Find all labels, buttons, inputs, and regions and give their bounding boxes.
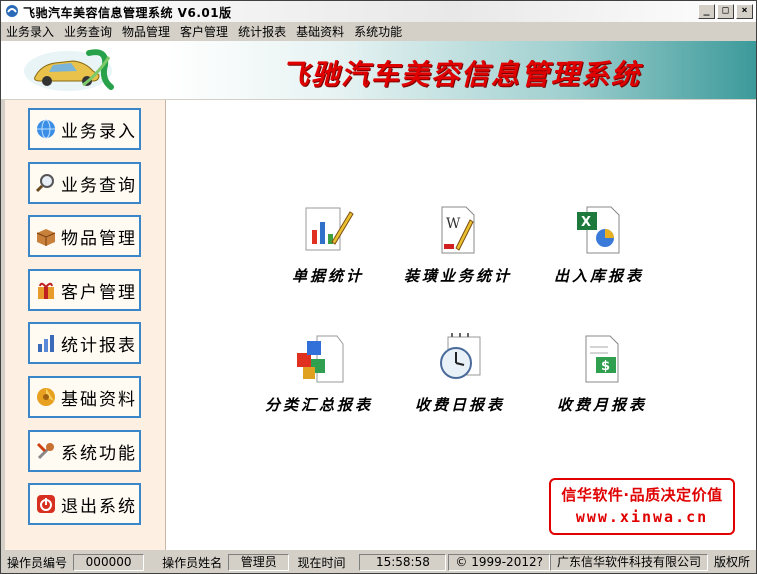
cubes-icon bbox=[297, 335, 344, 383]
operator-id-value: 000000 bbox=[73, 554, 145, 571]
bar-chart-icon bbox=[38, 335, 54, 352]
header-banner: 飞驰汽车美容信息管理系统 bbox=[1, 41, 756, 99]
nav-goods-management-button[interactable]: 物品管理 bbox=[28, 215, 141, 257]
sidebar: 业务录入 业务查询 物品管理 客户管理 统计报表 基础资料 系统功能 退出系统 bbox=[5, 100, 166, 550]
vendor-slogan: 信华软件·品质决定价值 bbox=[561, 486, 723, 504]
box-icon bbox=[36, 229, 56, 246]
operator-name-value: 管理员 bbox=[228, 554, 290, 571]
nav-basic-data-button[interactable]: 基础资料 bbox=[28, 376, 141, 418]
magnifier-icon bbox=[35, 174, 54, 193]
menu-item-business-entry[interactable]: 业务录入 bbox=[1, 23, 59, 40]
main-panel: 单据统计 W 装璜业务统计 X 出入库报表 分类汇总报表 收费日报表 $ 收费月… bbox=[166, 100, 756, 550]
tile-inventory-report[interactable]: X 出入库报表 bbox=[529, 204, 669, 286]
nav-label: 基础资料 bbox=[61, 389, 137, 410]
nav-exit-system-button[interactable]: 退出系统 bbox=[28, 483, 141, 525]
database-icon bbox=[37, 388, 55, 406]
gift-icon bbox=[38, 282, 54, 299]
tile-label: 分类汇总报表 bbox=[264, 396, 373, 414]
menu-item-system-functions[interactable]: 系统功能 bbox=[349, 23, 407, 40]
tools-icon bbox=[36, 442, 54, 460]
svg-text:W: W bbox=[446, 216, 461, 232]
current-time-value: 15:58:58 bbox=[359, 554, 447, 571]
operator-name-label: 操作员姓名 bbox=[162, 556, 223, 570]
clock-calendar-icon bbox=[440, 333, 481, 379]
money-document-icon: $ bbox=[585, 335, 619, 383]
menu-bar: 业务录入 业务查询 物品管理 客户管理 统计报表 基础资料 系统功能 bbox=[1, 22, 756, 41]
menu-item-customer-management[interactable]: 客户管理 bbox=[175, 23, 233, 40]
tile-daily-fee-report[interactable]: 收费日报表 bbox=[390, 333, 530, 415]
nav-label: 业务查询 bbox=[61, 175, 137, 196]
copyright-text: © 1999-2012? bbox=[448, 554, 550, 571]
status-bar: 操作员编号 000000 操作员姓名 管理员 现在时间 15:58:58 © 1… bbox=[1, 552, 756, 573]
tile-label: 出入库报表 bbox=[553, 267, 644, 285]
nav-system-functions-button[interactable]: 系统功能 bbox=[28, 430, 141, 472]
window-title: 飞驰汽车美容信息管理系统 V6.01版 bbox=[23, 6, 232, 20]
close-button[interactable]: × bbox=[736, 4, 753, 19]
nav-statistics-reports-button[interactable]: 统计报表 bbox=[28, 322, 141, 364]
menu-item-goods-management[interactable]: 物品管理 bbox=[117, 23, 175, 40]
globe-icon bbox=[37, 119, 55, 139]
tile-label: 单据统计 bbox=[291, 267, 364, 285]
menu-item-basic-data[interactable]: 基础资料 bbox=[291, 23, 349, 40]
maximize-button[interactable]: □ bbox=[717, 4, 734, 19]
nav-label: 退出系统 bbox=[61, 496, 137, 517]
vendor-website: www.xinwa.cn bbox=[575, 508, 709, 526]
chart-pencil-icon bbox=[305, 207, 354, 251]
menu-item-statistics-reports[interactable]: 统计报表 bbox=[233, 23, 291, 40]
power-icon bbox=[37, 495, 55, 513]
tile-category-summary-report[interactable]: 分类汇总报表 bbox=[249, 333, 389, 415]
tile-label: 收费月报表 bbox=[556, 396, 647, 414]
word-document-icon: W bbox=[441, 206, 475, 254]
operator-id-label: 操作员编号 bbox=[7, 556, 68, 570]
nav-customer-management-button[interactable]: 客户管理 bbox=[28, 269, 141, 311]
svg-text:$: $ bbox=[601, 359, 610, 374]
menu-item-business-query[interactable]: 业务查询 bbox=[59, 23, 117, 40]
tile-decoration-business-statistics[interactable]: W 装璜业务统计 bbox=[388, 204, 528, 286]
banner-title: 飞驰汽车美容信息管理系统 bbox=[281, 58, 642, 91]
svg-text:X: X bbox=[581, 215, 591, 230]
app-window: 飞驰汽车美容信息管理系统 V6.01版 _ □ × 业务录入 业务查询 物品管理… bbox=[0, 0, 757, 574]
nav-label: 物品管理 bbox=[61, 228, 137, 249]
excel-document-icon: X bbox=[577, 206, 620, 254]
title-bar[interactable]: 飞驰汽车美容信息管理系统 V6.01版 _ □ × bbox=[1, 1, 756, 23]
vendor-ad-box[interactable]: 信华软件·品质决定价值 www.xinwa.cn bbox=[549, 478, 735, 535]
nav-label: 客户管理 bbox=[61, 282, 137, 303]
tile-label: 装璜业务统计 bbox=[403, 267, 512, 285]
minimize-button[interactable]: _ bbox=[698, 4, 715, 19]
tile-monthly-fee-report[interactable]: $ 收费月报表 bbox=[532, 333, 672, 415]
nav-business-entry-button[interactable]: 业务录入 bbox=[28, 108, 141, 150]
company-name: 广东信华软件科技有限公司 bbox=[549, 554, 708, 571]
car-logo-icon bbox=[24, 49, 114, 91]
nav-label: 系统功能 bbox=[61, 443, 137, 464]
current-time-label: 现在时间 bbox=[297, 556, 346, 570]
rights-text: 版权所 bbox=[707, 555, 756, 570]
tile-label: 收费日报表 bbox=[414, 396, 505, 414]
tile-document-statistics[interactable]: 单据统计 bbox=[258, 204, 398, 286]
nav-label: 统计报表 bbox=[61, 335, 137, 356]
app-icon bbox=[6, 5, 18, 17]
nav-business-query-button[interactable]: 业务查询 bbox=[28, 162, 141, 204]
nav-label: 业务录入 bbox=[61, 121, 137, 142]
